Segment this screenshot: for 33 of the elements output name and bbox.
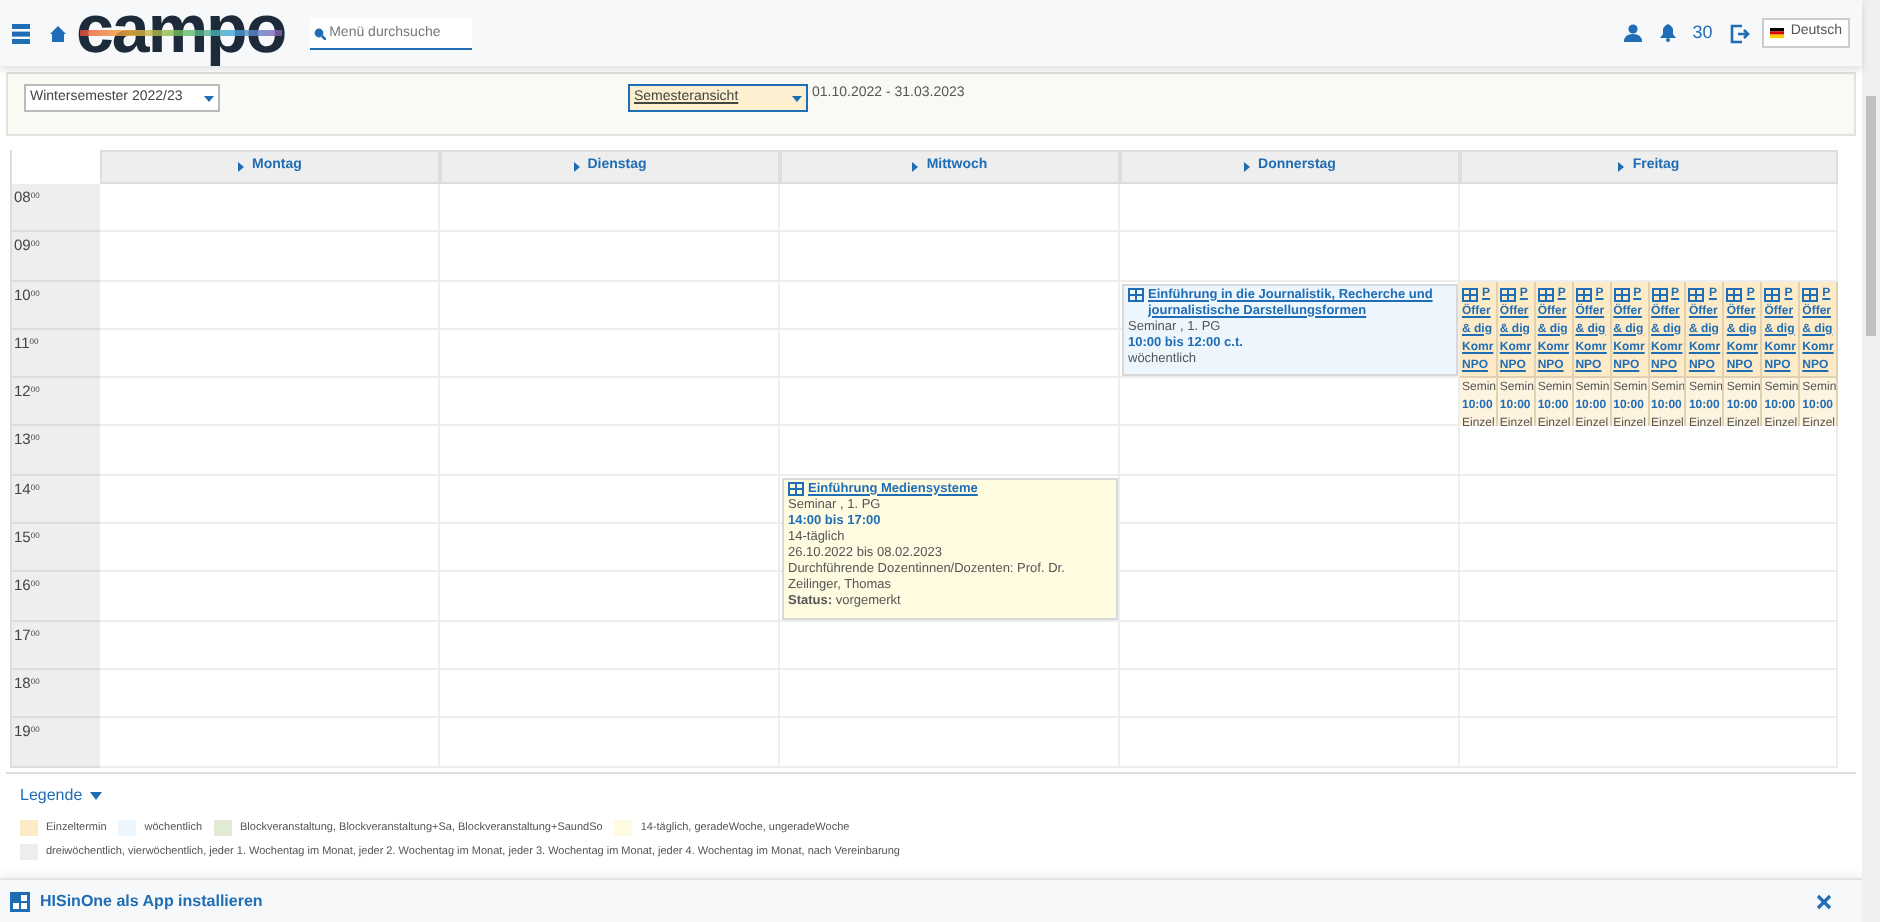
caret-icon — [204, 95, 214, 101]
caret-right-icon — [912, 162, 919, 172]
flag-icon — [1770, 28, 1785, 38]
calendar-grid-icon — [1764, 287, 1781, 302]
search-icon — [313, 27, 326, 39]
caret-right-icon — [1244, 162, 1251, 172]
calendar-grid-icon — [1537, 287, 1554, 302]
scrollbar[interactable] — [1862, 0, 1880, 922]
calendar-grid-icon — [1613, 287, 1630, 302]
home-icon[interactable] — [50, 25, 66, 41]
legend-toggle[interactable]: Legende — [20, 783, 103, 808]
calendar-grid-icon — [1651, 287, 1668, 302]
calendar-grid-icon — [1462, 287, 1478, 302]
calendar-grid-icon — [1726, 287, 1743, 302]
logout-icon[interactable] — [1730, 23, 1751, 43]
calendar-grid-icon — [1128, 287, 1144, 302]
notification-count[interactable]: 30 — [1692, 19, 1713, 47]
caret-right-icon — [573, 162, 580, 172]
menu-icon[interactable] — [12, 23, 30, 43]
calendar-grid-icon — [1575, 287, 1592, 302]
bell-icon[interactable] — [1660, 24, 1677, 42]
caret-icon — [792, 95, 802, 101]
user-icon[interactable] — [1624, 24, 1643, 42]
calendar-grid-icon — [1688, 287, 1705, 302]
install-app-link[interactable]: HISinOne als App installieren — [40, 889, 263, 913]
close-icon[interactable] — [1816, 893, 1832, 909]
calendar-grid-icon — [788, 481, 804, 496]
caret-right-icon — [1618, 162, 1625, 172]
calendar-grid-icon — [1802, 287, 1819, 302]
calendar-grid-icon — [1499, 287, 1516, 302]
caret-icon — [90, 791, 103, 800]
caret-right-icon — [238, 162, 245, 172]
app-grid-icon — [10, 891, 30, 911]
